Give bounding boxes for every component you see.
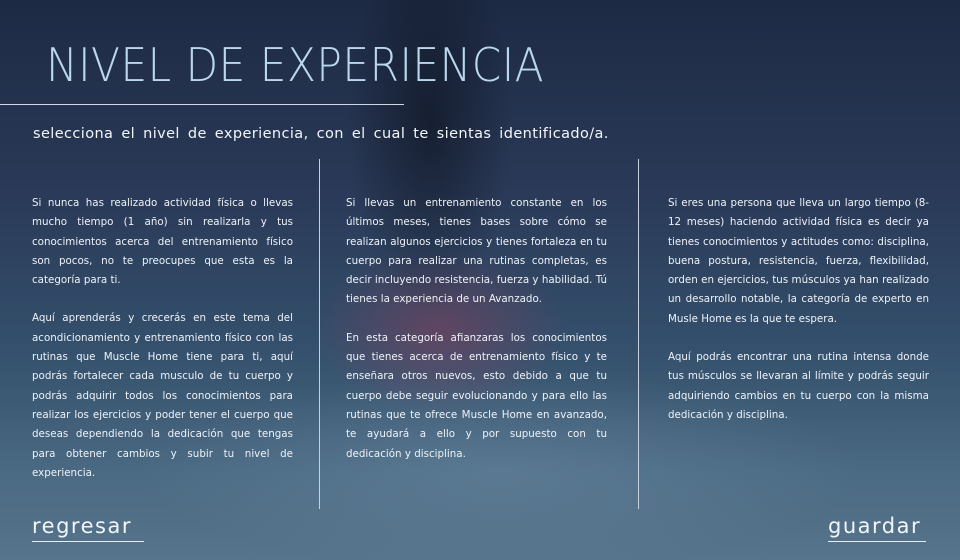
save-button[interactable]: guardar bbox=[828, 514, 926, 542]
level-description: Si nunca has realizado actividad física … bbox=[32, 197, 293, 287]
level-description: Si llevas un entrenamiento constante en … bbox=[346, 197, 607, 306]
page-title: NIVEL DE EXPERIENCIA bbox=[46, 38, 545, 92]
column-divider bbox=[319, 159, 320, 509]
column-divider bbox=[638, 159, 639, 509]
level-option-advanced[interactable]: Si llevas un entrenamiento constante en … bbox=[346, 194, 607, 483]
level-option-beginner[interactable]: Si nunca has realizado actividad física … bbox=[32, 194, 293, 502]
level-description: Si eres una persona que lleva un largo t… bbox=[668, 197, 929, 325]
level-option-expert[interactable]: Si eres una persona que lleva un largo t… bbox=[668, 194, 929, 444]
level-description: Aquí aprenderás y crecerás en este tema … bbox=[32, 312, 293, 479]
level-description: Aquí podrás encontrar una rutina intensa… bbox=[668, 351, 929, 421]
title-underline bbox=[0, 104, 404, 105]
level-description: En esta categoría afianzaras los conocim… bbox=[346, 331, 607, 460]
page-subtitle: selecciona el nivel de experiencia, con … bbox=[33, 126, 609, 142]
back-button[interactable]: regresar bbox=[32, 514, 144, 542]
